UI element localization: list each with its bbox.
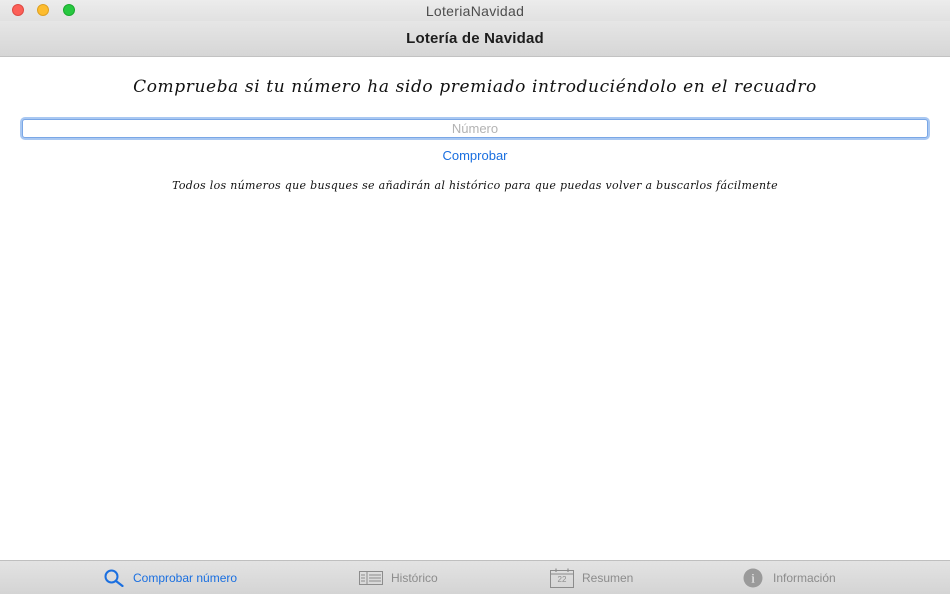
search-icon <box>103 569 125 587</box>
maximize-window-button[interactable] <box>63 4 75 16</box>
window-title: LoteriaNavidad <box>425 2 525 19</box>
history-info-text: Todos los números que busques se añadirá… <box>172 179 778 192</box>
title-bar[interactable]: LoteriaNavidad <box>0 0 950 21</box>
tab-label: Comprobar número <box>133 571 238 585</box>
instructions-heading: Comprueba si tu número ha sido premiado … <box>133 77 817 97</box>
tab-resumen[interactable]: 22 Resumen <box>550 561 633 594</box>
minimize-window-button[interactable] <box>37 4 49 16</box>
tab-label: Histórico <box>391 571 438 585</box>
tab-bar: Comprobar número Histórico 22 Resumen i … <box>0 560 950 594</box>
svg-text:i: i <box>751 571 755 586</box>
tab-informacion[interactable]: i Información <box>741 561 836 594</box>
calendar-icon: 22 <box>550 568 574 588</box>
app-window: LoteriaNavidad Lotería de Navidad Compru… <box>0 0 950 594</box>
tab-comprobar-numero[interactable]: Comprobar número <box>103 561 237 594</box>
info-icon: i <box>741 568 765 588</box>
number-input[interactable] <box>22 119 928 138</box>
page-title: Lotería de Navidad <box>406 30 544 47</box>
tab-label: Información <box>773 571 836 585</box>
tab-historico[interactable]: Histórico <box>359 561 438 594</box>
navigation-bar: Lotería de Navidad <box>0 21 950 57</box>
tab-label: Resumen <box>582 571 634 585</box>
close-window-button[interactable] <box>12 4 24 16</box>
calendar-day-label: 22 <box>557 575 567 584</box>
main-content: Comprueba si tu número ha sido premiado … <box>0 57 950 560</box>
check-button[interactable]: Comprobar <box>0 148 950 163</box>
list-icon <box>359 571 383 585</box>
